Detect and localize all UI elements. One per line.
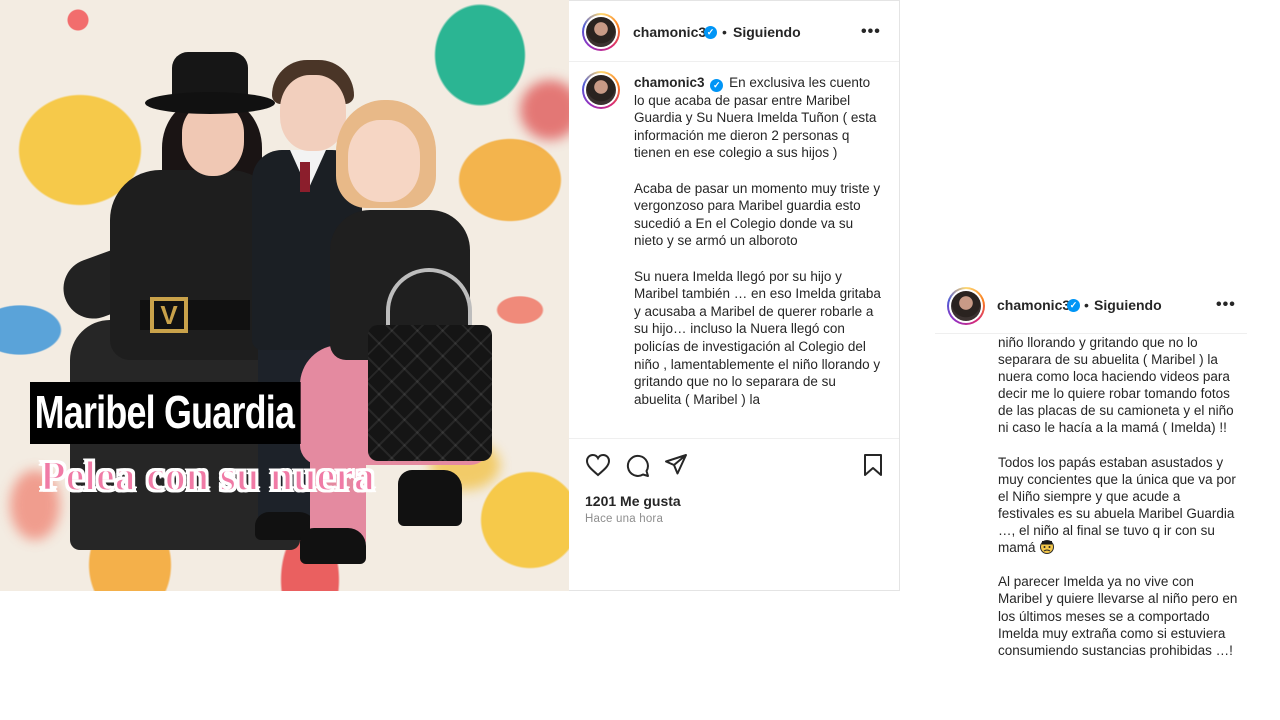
- post-side-panel: chamonic3 ✓ • Siguiendo ••• chamonic3 ✓ …: [569, 0, 900, 591]
- verified-badge-icon: ✓: [1067, 299, 1080, 312]
- caption-text: niño llorando y gritando que no lo separ…: [998, 334, 1238, 676]
- avatar[interactable]: [582, 13, 620, 51]
- post-header: chamonic3 ✓ • Siguiendo •••: [569, 1, 899, 62]
- image-headline: Maribel Guardia: [30, 382, 301, 444]
- background-blob: [520, 80, 569, 140]
- boy-face: [280, 75, 346, 151]
- bookmark-icon[interactable]: [863, 453, 883, 477]
- caption-paragraph: niño llorando y gritando que no lo separ…: [998, 335, 1234, 436]
- username-link[interactable]: chamonic3: [633, 24, 706, 40]
- verified-badge-icon: ✓: [704, 26, 717, 39]
- avatar-photo: [951, 291, 981, 321]
- girl-face: [348, 120, 420, 202]
- caption-paragraph: Su nuera Imelda llegó por su hijo y Mari…: [634, 268, 881, 407]
- girl-shoe: [300, 528, 366, 564]
- hat-brim: [145, 92, 275, 114]
- avatar-photo: [586, 17, 616, 47]
- sad-face-emoji-icon: [1040, 540, 1055, 555]
- following-button[interactable]: Siguiendo: [1094, 297, 1162, 313]
- caption-username[interactable]: chamonic3: [634, 75, 705, 90]
- caption-text: chamonic3 ✓ En exclusiva les cuento lo q…: [634, 74, 882, 426]
- separator-dot: •: [722, 24, 727, 40]
- separator-dot: •: [1084, 297, 1089, 313]
- caption-scroll-area[interactable]: chamonic3 ✓ En exclusiva les cuento lo q…: [569, 63, 899, 438]
- caption-continuation-crop: chamonic3 ✓ • Siguiendo ••• niño llorand…: [935, 282, 1247, 702]
- share-icon[interactable]: [664, 452, 688, 476]
- username-link[interactable]: chamonic3: [997, 297, 1070, 313]
- verified-badge-icon: ✓: [710, 79, 724, 92]
- caption-paragraph: Acaba de pasar un momento muy triste y v…: [634, 180, 881, 249]
- avatar[interactable]: [947, 287, 985, 325]
- handbag: [368, 325, 492, 461]
- post-actions: 1201 Me gusta Hace una hora: [569, 438, 899, 592]
- avatar-photo: [586, 75, 616, 105]
- likes-count[interactable]: 1201 Me gusta: [585, 493, 681, 509]
- post-timestamp[interactable]: Hace una hora: [585, 513, 663, 525]
- heart-icon[interactable]: [585, 453, 611, 477]
- post-header: chamonic3 ✓ • Siguiendo •••: [935, 282, 1247, 334]
- comment-icon[interactable]: [625, 453, 650, 478]
- caption-avatar[interactable]: [582, 71, 620, 109]
- image-subheadline: Pelea con su nuera: [39, 453, 376, 501]
- caption-paragraph: Al parecer Imelda ya no vive con Maribel…: [998, 574, 1238, 658]
- post-image[interactable]: V Maribel Guardia Pelea con su nuera: [0, 0, 569, 591]
- following-button[interactable]: Siguiendo: [733, 24, 801, 40]
- belt-buckle-logo: V: [150, 297, 188, 333]
- boy-tie: [300, 162, 310, 192]
- woman-face: [182, 104, 244, 176]
- more-options-icon[interactable]: •••: [861, 23, 881, 41]
- caption-paragraph: Todos los papás estaban asustados y muy …: [998, 454, 1236, 556]
- girl-boot: [398, 470, 462, 526]
- more-options-icon[interactable]: •••: [1216, 296, 1236, 314]
